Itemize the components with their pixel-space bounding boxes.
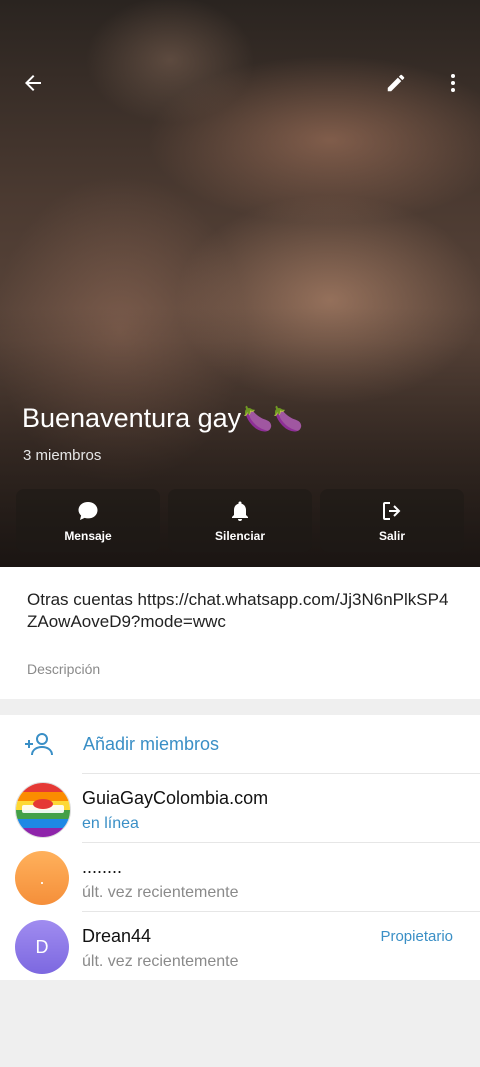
group-header: Buenaventura gay🍆🍆 3 miembros Mensaje Si…: [0, 0, 480, 567]
group-title-emoji: 🍆🍆: [243, 406, 303, 433]
member-name: Drean44: [82, 926, 152, 946]
arrow-left-icon: [25, 75, 41, 91]
avatar: .: [15, 851, 69, 905]
members-list: Añadir miembros GuiaGayColombia.com en l…: [0, 715, 480, 980]
group-title-text: Buenaventura gay: [22, 403, 242, 433]
member-item[interactable]: D Drean44 últ. vez recientemente Propiet…: [0, 912, 480, 980]
member-item[interactable]: . ........ últ. vez recientemente: [0, 843, 480, 911]
chat-bubble-icon: [78, 501, 98, 520]
mute-label: Silenciar: [214, 528, 266, 543]
description-text[interactable]: Otras cuentas https://chat.whatsapp.com/…: [27, 589, 457, 633]
add-members-button[interactable]: Añadir miembros: [0, 715, 480, 773]
leave-button[interactable]: Salir: [320, 489, 464, 552]
edit-button[interactable]: [376, 63, 416, 103]
avatar-letter: D: [35, 936, 49, 957]
description-section: Otras cuentas https://chat.whatsapp.com/…: [0, 567, 480, 699]
leave-label: Salir: [378, 528, 405, 543]
pencil-icon: [387, 74, 405, 92]
message-label: Mensaje: [64, 528, 112, 543]
member-name: GuiaGayColombia.com: [82, 788, 269, 808]
member-status: en línea: [82, 815, 139, 832]
message-button[interactable]: Mensaje: [16, 489, 160, 552]
bell-icon: [232, 501, 248, 521]
avatar: D: [15, 920, 69, 974]
more-vert-icon: [451, 74, 455, 92]
add-person-icon: [25, 733, 53, 756]
member-item[interactable]: GuiaGayColombia.com en línea: [0, 774, 480, 842]
avatar-letter: .: [39, 867, 45, 888]
member-name: ........: [82, 857, 123, 877]
owner-badge: Propietario: [380, 928, 453, 945]
member-status: últ. vez recientemente: [82, 884, 239, 901]
more-options-button[interactable]: [433, 63, 473, 103]
rainbow-flag-logo: [16, 783, 70, 837]
description-caption: Descripción: [27, 661, 101, 677]
add-members-label: Añadir miembros: [83, 734, 220, 754]
logout-icon: [383, 501, 401, 520]
avatar: [15, 782, 71, 838]
back-button[interactable]: [13, 63, 53, 103]
mute-button[interactable]: Silenciar: [168, 489, 312, 552]
group-title: Buenaventura gay🍆🍆: [22, 403, 303, 434]
members-count: 3 miembros: [23, 447, 102, 464]
member-status: últ. vez recientemente: [82, 953, 239, 970]
